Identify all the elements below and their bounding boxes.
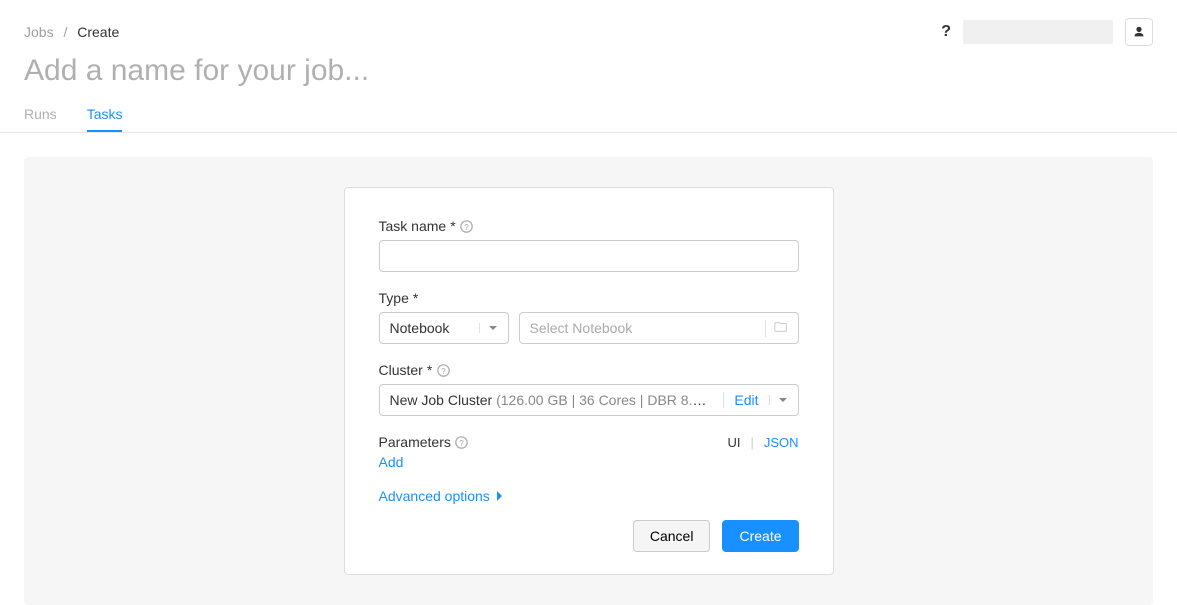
cluster-details: (126.00 GB | 36 Cores | DBR 8.3 | Sp… <box>496 392 713 408</box>
task-name-required: * <box>450 218 455 234</box>
task-name-input[interactable] <box>379 240 799 272</box>
params-toggle-ui[interactable]: UI <box>727 435 740 450</box>
cluster-required: * <box>427 362 432 378</box>
help-icon[interactable]: ? <box>460 219 474 233</box>
notebook-picker[interactable]: Select Notebook <box>519 312 799 344</box>
svg-text:?: ? <box>464 222 469 231</box>
cluster-name: New Job Cluster <box>390 392 493 408</box>
cluster-label: Cluster <box>379 362 423 378</box>
breadcrumb-jobs[interactable]: Jobs <box>24 24 54 40</box>
tab-tasks[interactable]: Tasks <box>87 98 123 132</box>
type-required: * <box>413 290 418 306</box>
chevron-down-icon <box>479 323 498 333</box>
task-form: Task name * ? Type * Notebook <box>344 187 834 575</box>
help-icon[interactable]: ? <box>941 23 951 41</box>
divider: | <box>750 435 753 450</box>
chevron-down-icon <box>769 395 788 405</box>
svg-text:?: ? <box>460 438 465 447</box>
tab-runs[interactable]: Runs <box>24 98 57 132</box>
task-name-label: Task name <box>379 218 447 234</box>
type-select[interactable]: Notebook <box>379 312 509 344</box>
content-area: Task name * ? Type * Notebook <box>24 157 1153 605</box>
breadcrumb: Jobs / Create <box>24 24 119 40</box>
folder-icon <box>765 320 788 337</box>
advanced-options-toggle[interactable]: Advanced options <box>379 488 799 504</box>
job-name-input[interactable] <box>24 54 1153 88</box>
svg-text:?: ? <box>441 366 446 375</box>
parameters-label: Parameters <box>379 434 451 450</box>
cluster-select[interactable]: New Job Cluster (126.00 GB | 36 Cores | … <box>379 384 799 416</box>
advanced-options-label: Advanced options <box>379 488 490 504</box>
parameters-add-link[interactable]: Add <box>379 454 404 470</box>
user-icon <box>1132 25 1146 39</box>
type-selected-value: Notebook <box>390 320 450 336</box>
cancel-button[interactable]: Cancel <box>633 520 711 552</box>
breadcrumb-separator: / <box>63 24 67 40</box>
help-icon[interactable]: ? <box>436 363 450 377</box>
chevron-right-icon <box>496 490 504 502</box>
breadcrumb-current: Create <box>77 24 119 40</box>
user-name-redacted <box>963 20 1113 44</box>
create-button[interactable]: Create <box>722 520 798 552</box>
params-toggle-json[interactable]: JSON <box>764 435 799 450</box>
cluster-edit-link[interactable]: Edit <box>723 392 758 408</box>
help-icon[interactable]: ? <box>455 435 469 449</box>
type-label: Type <box>379 290 409 306</box>
user-menu-button[interactable] <box>1125 18 1153 46</box>
notebook-picker-placeholder: Select Notebook <box>530 320 765 336</box>
